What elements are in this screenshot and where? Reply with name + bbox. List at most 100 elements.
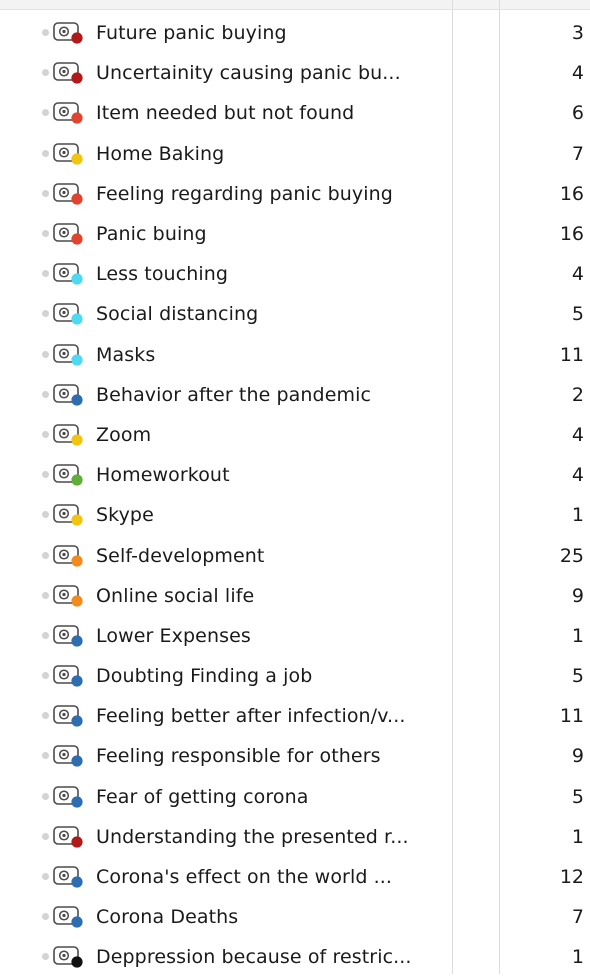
code-row[interactable]: Masks 11 [0, 335, 590, 375]
code-label: Lower Expenses [96, 624, 251, 647]
code-row[interactable]: Lower Expenses 1 [0, 616, 590, 656]
drag-handle-icon[interactable] [42, 672, 49, 680]
drag-handle-icon[interactable] [42, 430, 49, 438]
code-row[interactable]: Behavior after the pandemic 2 [0, 375, 590, 415]
code-tag-icon [53, 343, 93, 367]
code-label: Future panic buying [96, 22, 287, 45]
drag-handle-icon[interactable] [42, 832, 49, 840]
code-row[interactable]: Self-development 25 [0, 535, 590, 575]
code-count: 5 [571, 303, 584, 326]
drag-handle-icon[interactable] [42, 551, 49, 559]
drag-handle-icon[interactable] [42, 109, 49, 117]
code-row[interactable]: Future panic buying 3 [0, 13, 590, 53]
code-label: Self-development [96, 544, 265, 567]
code-tag-icon [53, 222, 93, 246]
code-count: 11 [559, 705, 584, 728]
drag-handle-icon[interactable] [42, 591, 49, 599]
code-label: Behavior after the pandemic [96, 383, 372, 406]
drag-handle-icon[interactable] [42, 873, 49, 881]
code-row[interactable]: Feeling regarding panic buying 16 [0, 174, 590, 214]
code-tag-icon [53, 704, 93, 728]
code-row[interactable]: Deppression because of restric... 1 [0, 937, 590, 977]
code-row[interactable]: Online social life 9 [0, 576, 590, 616]
code-label: Deppression because of restric... [96, 946, 412, 969]
code-row[interactable]: Less touching 4 [0, 254, 590, 294]
code-row[interactable]: Feeling better after infection/v... 11 [0, 696, 590, 736]
code-count: 16 [559, 223, 584, 246]
code-row[interactable]: Feeling responsible for others 9 [0, 736, 590, 776]
drag-handle-icon[interactable] [42, 631, 49, 639]
code-count: 9 [571, 745, 584, 768]
drag-handle-icon[interactable] [42, 913, 49, 921]
drag-handle-icon[interactable] [42, 792, 49, 800]
code-count: 3 [571, 22, 584, 45]
code-count: 1 [571, 946, 584, 969]
code-tag-icon [53, 825, 93, 849]
code-count: 6 [571, 102, 584, 125]
code-label: Corona's effect on the world ... [96, 866, 393, 889]
code-count: 12 [559, 866, 584, 889]
code-label: Corona Deaths [96, 906, 239, 929]
code-row[interactable]: Corona's effect on the world ... 12 [0, 857, 590, 897]
code-tag-icon [53, 785, 93, 809]
code-count: 7 [571, 906, 584, 929]
code-label: Home Baking [96, 142, 225, 165]
code-count: 1 [571, 825, 584, 848]
drag-handle-icon[interactable] [42, 471, 49, 479]
code-label: Item needed but not found [96, 102, 355, 125]
drag-handle-icon[interactable] [42, 752, 49, 760]
code-row[interactable]: Uncertainity causing panic bu... 4 [0, 53, 590, 93]
drag-handle-icon[interactable] [42, 270, 49, 278]
code-tag-icon [53, 544, 93, 568]
drag-handle-icon[interactable] [42, 69, 49, 77]
code-label: Panic buing [96, 223, 207, 246]
code-row[interactable]: Item needed but not found 6 [0, 93, 590, 133]
code-row[interactable]: Home Baking 7 [0, 134, 590, 174]
code-tag-icon [53, 101, 93, 125]
drag-handle-icon[interactable] [42, 511, 49, 519]
code-label: Homeworkout [96, 464, 230, 487]
code-count: 25 [559, 544, 584, 567]
code-tag-icon [53, 423, 93, 447]
code-tag-icon [53, 584, 93, 608]
drag-handle-icon[interactable] [42, 350, 49, 358]
code-row[interactable]: Homeworkout 4 [0, 455, 590, 495]
code-label: Zoom [96, 423, 152, 446]
code-tag-icon [53, 664, 93, 688]
drag-handle-icon[interactable] [42, 29, 49, 37]
code-row[interactable]: Zoom 4 [0, 415, 590, 455]
drag-handle-icon[interactable] [42, 310, 49, 318]
drag-handle-icon[interactable] [42, 149, 49, 157]
code-count: 4 [571, 423, 584, 446]
code-tag-icon [53, 503, 93, 527]
code-row[interactable]: Understanding the presented r... 1 [0, 817, 590, 857]
drag-handle-icon[interactable] [42, 953, 49, 961]
code-row[interactable]: Skype 1 [0, 495, 590, 535]
code-tag-icon [53, 945, 93, 969]
code-tag-icon [53, 383, 93, 407]
code-tag-icon [53, 624, 93, 648]
code-count: 9 [571, 584, 584, 607]
code-row[interactable]: Doubting Finding a job 5 [0, 656, 590, 696]
code-label: Online social life [96, 584, 255, 607]
code-label: Feeling better after infection/v... [96, 705, 406, 728]
drag-handle-icon[interactable] [42, 230, 49, 238]
code-label: Masks [96, 343, 156, 366]
code-label: Understanding the presented r... [96, 825, 409, 848]
code-count: 5 [571, 785, 584, 808]
code-count: 5 [571, 665, 584, 688]
code-row[interactable]: Panic buing 16 [0, 214, 590, 254]
drag-handle-icon[interactable] [42, 712, 49, 720]
code-tag-icon [53, 865, 93, 889]
drag-handle-icon[interactable] [42, 189, 49, 197]
code-label: Feeling responsible for others [96, 745, 381, 768]
column-header-strip [0, 0, 590, 10]
code-label: Uncertainity causing panic bu... [96, 62, 401, 85]
code-label: Doubting Finding a job [96, 665, 313, 688]
code-row[interactable]: Fear of getting corona 5 [0, 777, 590, 817]
code-label: Feeling regarding panic buying [96, 182, 393, 205]
code-row[interactable]: Social distancing 5 [0, 294, 590, 334]
code-row[interactable]: Corona Deaths 7 [0, 897, 590, 937]
code-tag-icon [53, 142, 93, 166]
drag-handle-icon[interactable] [42, 390, 49, 398]
